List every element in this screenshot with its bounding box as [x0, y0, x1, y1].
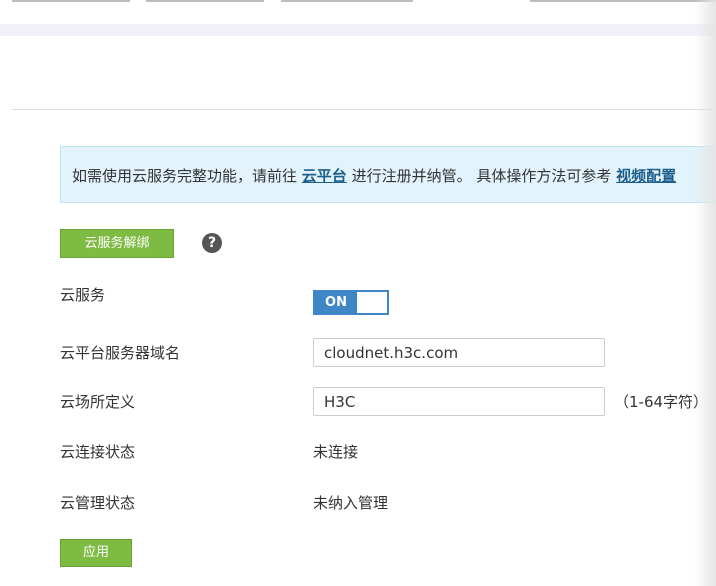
tab-underline [281, 0, 413, 2]
site-length-hint: （1-64字符） [614, 393, 709, 411]
connection-status-value: 未连接 [313, 443, 359, 461]
toggle-on-label: ON [315, 292, 357, 313]
cloud-service-label: 云服务 [60, 286, 106, 304]
domain-label: 云平台服务器域名 [60, 344, 181, 362]
connection-status-label: 云连接状态 [60, 443, 136, 461]
banner-text: 如需使用云服务完整功能，请前往 云平台 进行注册并纳管。 具体操作方法可参考 视… [72, 165, 676, 186]
management-status-label: 云管理状态 [60, 494, 136, 512]
header-band [0, 24, 716, 36]
domain-input[interactable] [313, 338, 605, 367]
video-guide-link[interactable]: 视频配置 [616, 167, 676, 185]
cloud-platform-link[interactable]: 云平台 [302, 167, 347, 185]
site-label: 云场所定义 [60, 393, 136, 411]
tab-underline [146, 0, 264, 2]
cloud-service-toggle[interactable]: ON [313, 290, 389, 315]
site-input[interactable] [313, 387, 605, 416]
info-banner: 如需使用云服务完整功能，请前往 云平台 进行注册并纳管。 具体操作方法可参考 视… [60, 146, 716, 203]
tab-underline [530, 0, 716, 2]
top-tab-strip [0, 0, 716, 4]
management-status-value: 未纳入管理 [313, 494, 389, 512]
apply-button[interactable]: 应用 [60, 539, 132, 567]
cloud-unbind-button[interactable]: 云服务解绑 [60, 229, 174, 258]
help-icon[interactable]: ? [202, 233, 222, 253]
tab-underline [12, 0, 130, 2]
edge-shadow [694, 0, 716, 586]
header-divider [12, 109, 716, 110]
banner-text-before: 如需使用云服务完整功能，请前往 [72, 167, 302, 185]
banner-text-middle: 进行注册并纳管。 具体操作方法可参考 [346, 167, 617, 185]
